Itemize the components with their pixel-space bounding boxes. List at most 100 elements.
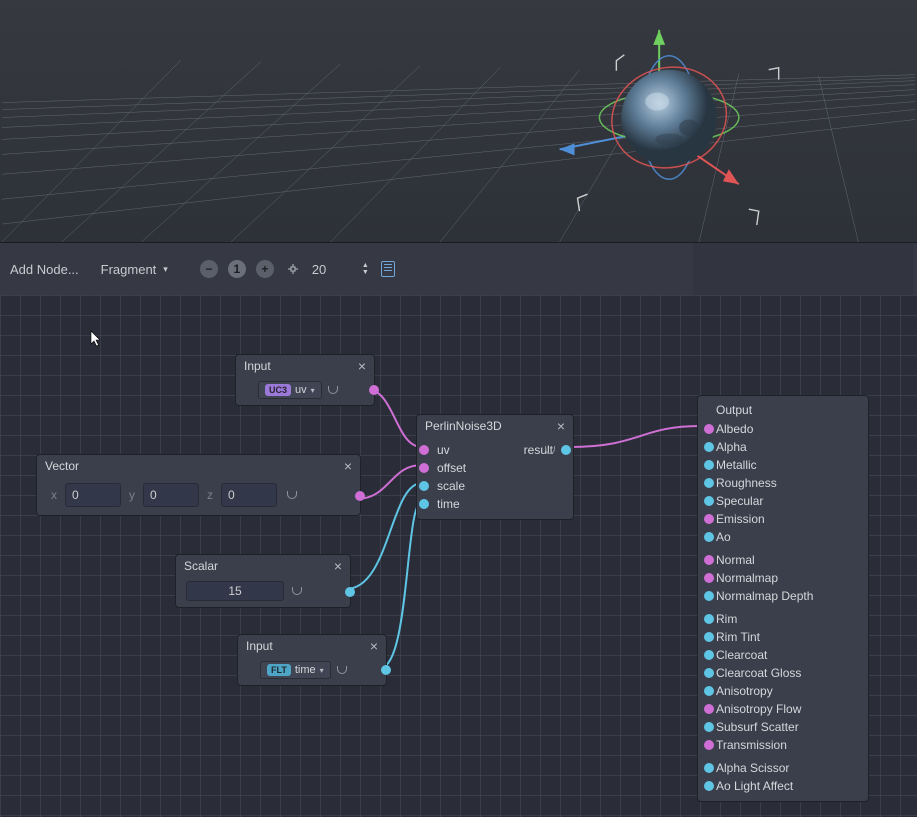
input-port[interactable] bbox=[704, 496, 714, 506]
preview-toggle-icon[interactable] bbox=[328, 386, 338, 394]
output-label: Rim bbox=[716, 612, 737, 626]
output-port[interactable] bbox=[369, 385, 379, 395]
input-port[interactable] bbox=[704, 614, 714, 624]
grid-size-stepper[interactable]: ▲▼ bbox=[362, 262, 369, 276]
add-node-button[interactable]: Add Node... bbox=[4, 258, 85, 281]
node-scalar[interactable]: Scalar × 15 bbox=[175, 554, 351, 608]
input-port[interactable] bbox=[704, 478, 714, 488]
node-title: Vector bbox=[45, 459, 79, 473]
node-title: Output bbox=[716, 400, 858, 420]
preview-toggle-icon[interactable] bbox=[337, 666, 347, 674]
output-row: Normalmap bbox=[716, 569, 858, 587]
output-row: Transmission bbox=[716, 736, 858, 754]
input-port[interactable] bbox=[704, 573, 714, 583]
viewport-3d[interactable] bbox=[0, 0, 917, 243]
output-label: Anisotropy Flow bbox=[716, 702, 801, 716]
input-port-offset[interactable] bbox=[419, 463, 429, 473]
zoom-in-button[interactable]: + bbox=[256, 260, 274, 278]
close-icon[interactable]: × bbox=[557, 418, 565, 434]
node-vector[interactable]: Vector × x 0 y 0 z 0 bbox=[36, 454, 361, 516]
input-port[interactable] bbox=[704, 532, 714, 542]
close-icon[interactable]: × bbox=[370, 638, 378, 654]
output-port[interactable] bbox=[381, 665, 391, 675]
zoom-reset-button[interactable]: 1 bbox=[228, 260, 246, 278]
output-port[interactable] bbox=[355, 491, 365, 501]
output-row: Normalmap Depth bbox=[716, 587, 858, 605]
output-label: Subsurf Scatter bbox=[716, 720, 799, 734]
scalar-value-field[interactable]: 15 bbox=[186, 581, 284, 601]
output-label: Metallic bbox=[716, 458, 757, 472]
output-row: Rim Tint bbox=[716, 628, 858, 646]
input-port-scale[interactable] bbox=[419, 481, 429, 491]
input-port[interactable] bbox=[704, 781, 714, 791]
node-title: Scalar bbox=[184, 559, 218, 573]
preview-toggle-icon[interactable] bbox=[545, 446, 555, 454]
output-row: Emission bbox=[716, 510, 858, 528]
grid-size-value[interactable]: 20 bbox=[312, 262, 352, 277]
output-row: Clearcoat Gloss bbox=[716, 664, 858, 682]
node-graph-canvas[interactable]: Input × UC3 uv Vector × x 0 y 0 z 0 bbox=[0, 295, 917, 817]
output-label: Rim Tint bbox=[716, 630, 760, 644]
graph-toolbar: Add Node... Fragment − 1 + 20 ▲▼ bbox=[0, 243, 917, 295]
input-port[interactable] bbox=[704, 514, 714, 524]
node-output[interactable]: Output AlbedoAlphaMetallicRoughnessSpecu… bbox=[697, 395, 869, 802]
output-row: Ao bbox=[716, 528, 858, 546]
input-port[interactable] bbox=[704, 763, 714, 773]
input-port[interactable] bbox=[704, 650, 714, 660]
output-row: Metallic bbox=[716, 456, 858, 474]
node-title: Input bbox=[244, 359, 271, 373]
input-type-dropdown[interactable]: UC3 uv bbox=[258, 381, 322, 399]
preview-toggle-icon[interactable] bbox=[292, 587, 302, 595]
output-label: Anisotropy bbox=[716, 684, 773, 698]
output-label: Roughness bbox=[716, 476, 777, 490]
node-perlinnoise3d[interactable]: PerlinNoise3D × uv result offset scale t… bbox=[416, 414, 574, 520]
output-label: Specular bbox=[716, 494, 763, 508]
vector-x-field[interactable]: 0 bbox=[65, 483, 121, 507]
output-label: Normalmap Depth bbox=[716, 589, 813, 603]
close-icon[interactable]: × bbox=[358, 358, 366, 374]
shader-stage-dropdown[interactable]: Fragment bbox=[95, 258, 174, 281]
output-row: Clearcoat bbox=[716, 646, 858, 664]
output-port-result[interactable] bbox=[561, 445, 571, 455]
output-label: Emission bbox=[716, 512, 765, 526]
input-port[interactable] bbox=[704, 442, 714, 452]
output-row: Alpha bbox=[716, 438, 858, 456]
node-input-uv[interactable]: Input × UC3 uv bbox=[235, 354, 375, 406]
input-port[interactable] bbox=[704, 632, 714, 642]
input-port-uv[interactable] bbox=[419, 445, 429, 455]
node-title: Input bbox=[246, 639, 273, 653]
input-type-dropdown[interactable]: FLT time bbox=[260, 661, 331, 679]
output-label: Normalmap bbox=[716, 571, 778, 585]
node-title: PerlinNoise3D bbox=[425, 419, 502, 433]
input-port[interactable] bbox=[704, 740, 714, 750]
input-port[interactable] bbox=[704, 460, 714, 470]
output-row: Alpha Scissor bbox=[716, 759, 858, 777]
output-label: Ao Light Affect bbox=[716, 779, 793, 793]
zoom-out-button[interactable]: − bbox=[200, 260, 218, 278]
input-port[interactable] bbox=[704, 686, 714, 696]
output-label: Transmission bbox=[716, 738, 787, 752]
output-row: Specular bbox=[716, 492, 858, 510]
file-icon[interactable] bbox=[379, 260, 397, 278]
close-icon[interactable]: × bbox=[344, 458, 352, 474]
node-input-time[interactable]: Input × FLT time bbox=[237, 634, 387, 686]
input-port[interactable] bbox=[704, 722, 714, 732]
grid-snap-icon[interactable] bbox=[284, 260, 302, 278]
output-label: Ao bbox=[716, 530, 731, 544]
output-row: Subsurf Scatter bbox=[716, 718, 858, 736]
close-icon[interactable]: × bbox=[334, 558, 342, 574]
output-row: Ao Light Affect bbox=[716, 777, 858, 795]
preview-toggle-icon[interactable] bbox=[287, 491, 297, 499]
input-port-time[interactable] bbox=[419, 499, 429, 509]
output-label: Alpha bbox=[716, 440, 747, 454]
input-port[interactable] bbox=[704, 704, 714, 714]
input-port[interactable] bbox=[704, 424, 714, 434]
output-row: Anisotropy bbox=[716, 682, 858, 700]
input-port[interactable] bbox=[704, 555, 714, 565]
vector-z-field[interactable]: 0 bbox=[221, 483, 277, 507]
vector-y-field[interactable]: 0 bbox=[143, 483, 199, 507]
output-label: Clearcoat Gloss bbox=[716, 666, 801, 680]
input-port[interactable] bbox=[704, 591, 714, 601]
output-port[interactable] bbox=[345, 587, 355, 597]
input-port[interactable] bbox=[704, 668, 714, 678]
